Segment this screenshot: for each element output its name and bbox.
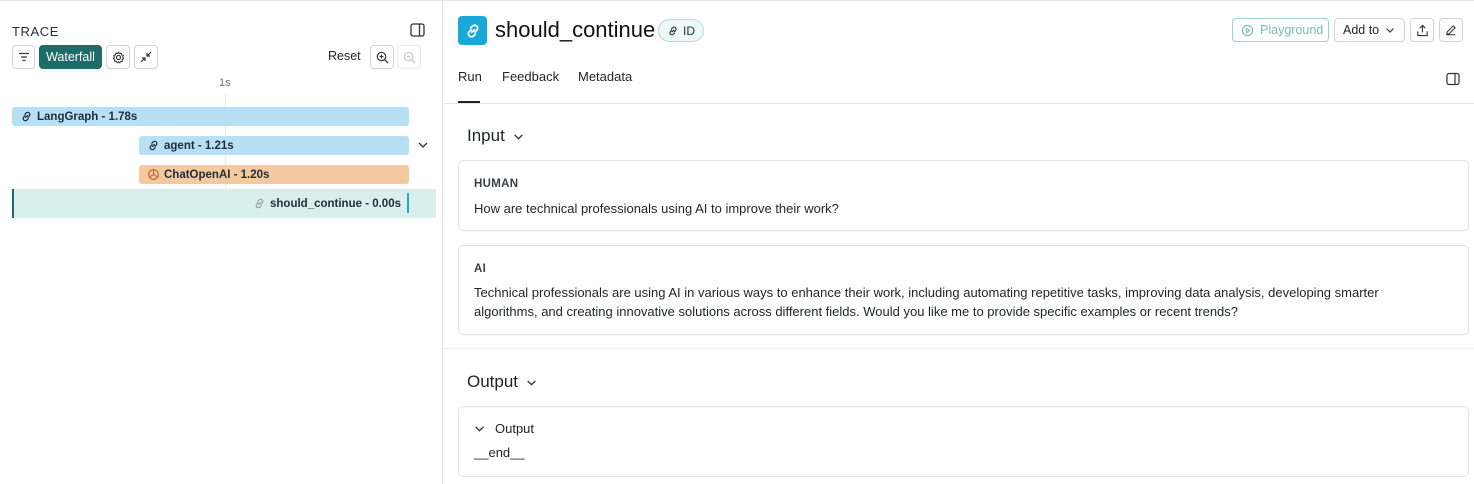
side-panel-toggle-icon[interactable]: [1446, 72, 1460, 86]
minimize-arrows-icon: [140, 51, 152, 63]
edit-button[interactable]: [1439, 18, 1463, 42]
link-icon: [19, 110, 33, 124]
trace-run-chatopenai[interactable]: ChatOpenAI - 1.20s: [139, 165, 409, 184]
chevron-down-icon: [1385, 25, 1395, 35]
zoom-out-button[interactable]: [397, 45, 421, 69]
play-circle-icon: [1241, 24, 1254, 37]
waterfall-view-button[interactable]: Waterfall: [39, 45, 102, 69]
trace-run-agent[interactable]: agent - 1.21s: [139, 136, 409, 155]
playground-button[interactable]: Playground: [1232, 18, 1329, 42]
time-axis-tick: 1s: [219, 77, 231, 89]
id-label: ID: [683, 23, 695, 38]
trace-run-label: LangGraph - 1.78s: [37, 110, 138, 123]
tab-metadata[interactable]: Metadata: [578, 69, 632, 84]
share-button[interactable]: [1410, 18, 1434, 42]
upload-icon: [1416, 24, 1429, 37]
message-role: HUMAN: [474, 178, 519, 190]
run-duration-marker: [407, 193, 409, 213]
chevron-down-icon: [474, 423, 485, 434]
trace-run-langgraph[interactable]: LangGraph - 1.78s: [12, 107, 409, 126]
chevron-down-icon[interactable]: [417, 139, 429, 151]
chevron-down-icon: [526, 377, 537, 388]
copy-id-button[interactable]: ID: [658, 19, 704, 42]
zoom-in-icon: [376, 51, 389, 64]
filter-icon: [18, 52, 30, 62]
pencil-icon: [1445, 24, 1457, 36]
link-icon: [667, 25, 679, 37]
tab-run[interactable]: Run: [458, 69, 482, 84]
openai-icon: [146, 168, 160, 182]
link-icon: [253, 197, 266, 211]
message-card-ai: AI Technical professionals are using AI …: [458, 245, 1469, 335]
reset-button[interactable]: Reset: [328, 49, 361, 63]
add-to-dropdown[interactable]: Add to: [1334, 18, 1405, 42]
trace-run-label: ChatOpenAI - 1.20s: [164, 168, 270, 181]
message-text: Technical professionals are using AI in …: [474, 285, 1379, 319]
zoom-in-button[interactable]: [370, 45, 394, 69]
playground-label: Playground: [1260, 23, 1324, 37]
trace-run-should-continue[interactable]: should_continue - 0.00s: [253, 194, 409, 213]
add-to-label: Add to: [1343, 23, 1380, 37]
settings-button[interactable]: [106, 45, 130, 69]
output-card: Output __end__: [458, 406, 1469, 477]
zoom-out-icon: [403, 51, 416, 64]
section-divider: [443, 348, 1474, 349]
trace-title: TRACE: [12, 24, 60, 39]
output-value: __end__: [474, 445, 525, 460]
filter-button[interactable]: [12, 45, 35, 69]
output-field-toggle[interactable]: Output: [474, 421, 534, 436]
link-icon: [146, 139, 160, 153]
tab-feedback[interactable]: Feedback: [502, 69, 559, 84]
link-icon: [464, 22, 482, 40]
run-type-icon: [458, 16, 487, 45]
chevron-down-icon: [513, 131, 524, 142]
tabs-divider: [443, 103, 1474, 104]
trace-panel: TRACE Waterfall Reset 1s LangGraph - 1.7…: [0, 1, 443, 484]
collapse-panel-icon[interactable]: [410, 23, 426, 37]
gear-icon: [112, 51, 125, 64]
run-title: should_continue: [495, 17, 656, 42]
trace-run-label: agent - 1.21s: [164, 139, 234, 152]
input-section-toggle[interactable]: Input: [467, 126, 524, 146]
output-field-label: Output: [495, 421, 535, 436]
message-card-human: HUMAN How are technical professionals us…: [458, 160, 1469, 231]
output-heading: Output: [467, 372, 519, 391]
trace-run-label: should_continue - 0.00s: [270, 197, 401, 210]
output-section-toggle[interactable]: Output: [467, 372, 537, 392]
message-text: How are technical professionals using AI…: [474, 201, 839, 216]
input-heading: Input: [467, 126, 505, 145]
collapse-all-button[interactable]: [134, 45, 158, 69]
message-role: AI: [474, 263, 487, 275]
